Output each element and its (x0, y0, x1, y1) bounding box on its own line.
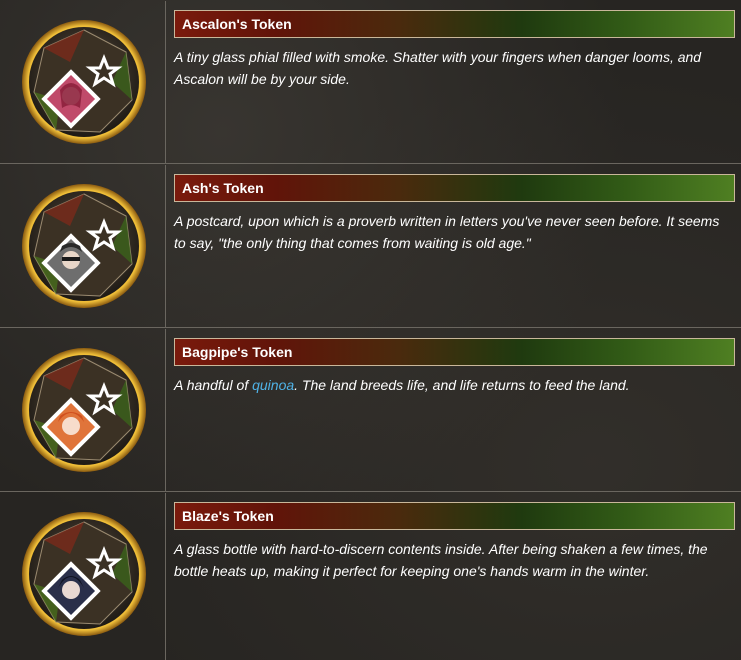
token-desc-cell: Ash's Token A postcard, upon which is a … (167, 165, 741, 327)
table-row: Blaze's Token A glass bottle with hard-t… (0, 493, 741, 660)
token-description: A tiny glass phial filled with smoke. Sh… (174, 49, 702, 87)
table-row: Ash's Token A postcard, upon which is a … (0, 165, 741, 328)
token-medal-icon[interactable] (20, 346, 148, 474)
token-icon-cell (2, 329, 166, 491)
token-desc-cell: Bagpipe's Token A handful of quinoa. The… (167, 329, 741, 491)
token-description: A handful of quinoa. The land breeds lif… (174, 374, 734, 396)
token-description-prefix: A handful of (174, 377, 253, 393)
table-row: Ascalon's Token A tiny glass phial fille… (0, 1, 741, 164)
token-description: A postcard, upon which is a proverb writ… (174, 213, 720, 251)
token-desc-cell: Ascalon's Token A tiny glass phial fille… (167, 1, 741, 163)
token-title: Bagpipe's Token (174, 338, 735, 366)
token-medal-icon[interactable] (20, 18, 148, 146)
token-icon-cell (2, 493, 166, 660)
token-title: Ash's Token (174, 174, 735, 202)
token-icon-cell (2, 165, 166, 327)
token-title: Blaze's Token (174, 502, 735, 530)
token-description: A glass bottle with hard-to-discern cont… (174, 541, 708, 579)
token-medal-icon[interactable] (20, 182, 148, 310)
quinoa-link[interactable]: quinoa (252, 377, 294, 393)
token-title: Ascalon's Token (174, 10, 735, 38)
token-description-suffix: . The land breeds life, and life returns… (294, 377, 630, 393)
token-desc-cell: Blaze's Token A glass bottle with hard-t… (167, 493, 741, 660)
token-icon-cell (2, 1, 166, 163)
table-row: Bagpipe's Token A handful of quinoa. The… (0, 329, 741, 492)
token-table: Ascalon's Token A tiny glass phial fille… (0, 0, 741, 660)
token-medal-icon[interactable] (20, 510, 148, 638)
